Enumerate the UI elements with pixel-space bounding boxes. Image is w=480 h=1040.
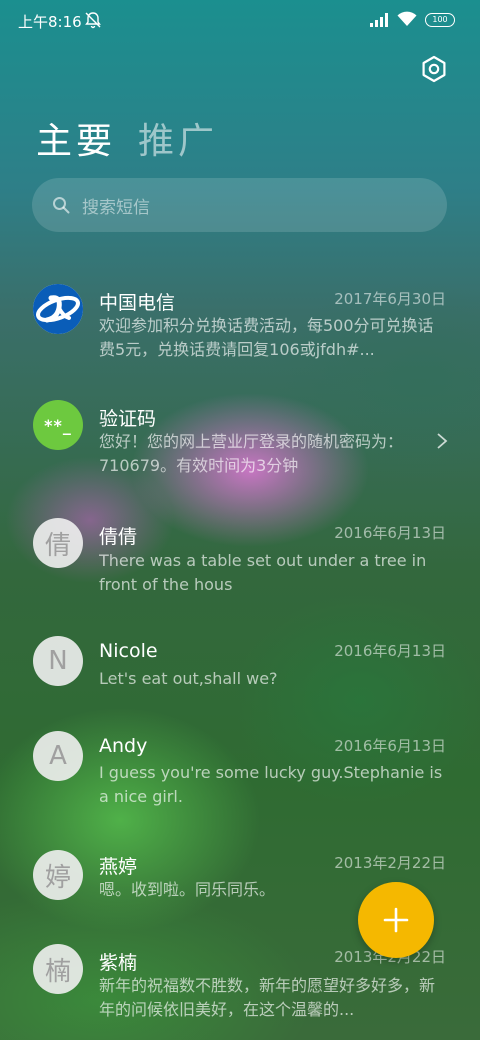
message-item[interactable]: 倩 倩倩 2016年6月13日 There was a table set ou…: [0, 518, 480, 598]
status-bar: 上午8:16 100: [0, 0, 480, 42]
sender-name: Andy: [99, 735, 148, 757]
message-preview: 您好！您的网上营业厅登录的随机密码为：710679。有效时间为3分钟: [99, 432, 404, 475]
message-preview: I guess you're some lucky guy.Stephanie …: [99, 763, 443, 806]
message-preview: Let's eat out,shall we?: [99, 669, 278, 688]
mute-bell-icon: [85, 12, 101, 29]
message-date: 2016年6月13日: [334, 524, 446, 542]
message-date: 2017年6月30日: [334, 290, 446, 308]
message-preview: 欢迎参加积分兑换话费活动，每500分可兑换话费5元，兑换话费请回复106或jfd…: [99, 316, 434, 359]
signal-icon: [370, 13, 388, 27]
message-item[interactable]: N Nicole 2016年6月13日 Let's eat out,shall …: [0, 636, 480, 696]
avatar: A: [33, 731, 83, 781]
avatar: 倩: [33, 518, 83, 568]
search-input[interactable]: 搜索短信: [82, 193, 150, 218]
china-telecom-logo-icon: [33, 284, 83, 334]
wifi-icon: [397, 11, 417, 26]
battery-icon: 100: [425, 13, 455, 27]
message-item[interactable]: **_ 验证码 您好！您的网上营业厅登录的随机密码为：710679。有效时间为3…: [0, 400, 480, 480]
sender-name: 倩倩: [99, 526, 138, 548]
message-date: 2016年6月13日: [334, 737, 446, 755]
tab-bar: 主要 推广: [36, 112, 218, 162]
tab-primary[interactable]: 主要: [36, 112, 116, 164]
avatar: N: [33, 636, 83, 686]
message-date: 2013年2月22日: [334, 854, 446, 872]
sender-name: 燕婷: [99, 856, 138, 878]
sender-name: 验证码: [99, 408, 157, 430]
avatar: [33, 284, 83, 334]
settings-icon[interactable]: [420, 55, 448, 83]
chevron-right-icon[interactable]: [436, 432, 448, 450]
message-date: 2016年6月13日: [334, 642, 446, 660]
plus-icon: [383, 907, 409, 933]
message-item[interactable]: 中国电信 2017年6月30日 欢迎参加积分兑换话费活动，每500分可兑换话费5…: [0, 284, 480, 374]
sender-name: 中国电信: [99, 292, 176, 314]
message-preview: 新年的祝福数不胜数，新年的愿望好多好多，新年的问候依旧美好，在这个温馨的...: [99, 976, 436, 1019]
message-preview: There was a table set out under a tree i…: [99, 551, 427, 594]
search-icon: [53, 197, 70, 214]
avatar: 楠: [33, 944, 83, 994]
avatar: 婷: [33, 850, 83, 900]
status-time: 上午8:16: [18, 13, 82, 31]
avatar: **_: [33, 400, 83, 450]
new-message-button[interactable]: [358, 882, 434, 958]
search-bar[interactable]: 搜索短信: [32, 178, 447, 232]
tab-promotions[interactable]: 推广: [138, 112, 218, 164]
sender-name: Nicole: [99, 640, 158, 662]
sender-name: 紫楠: [99, 952, 138, 974]
message-item[interactable]: A Andy 2016年6月13日 I guess you're some lu…: [0, 731, 480, 811]
